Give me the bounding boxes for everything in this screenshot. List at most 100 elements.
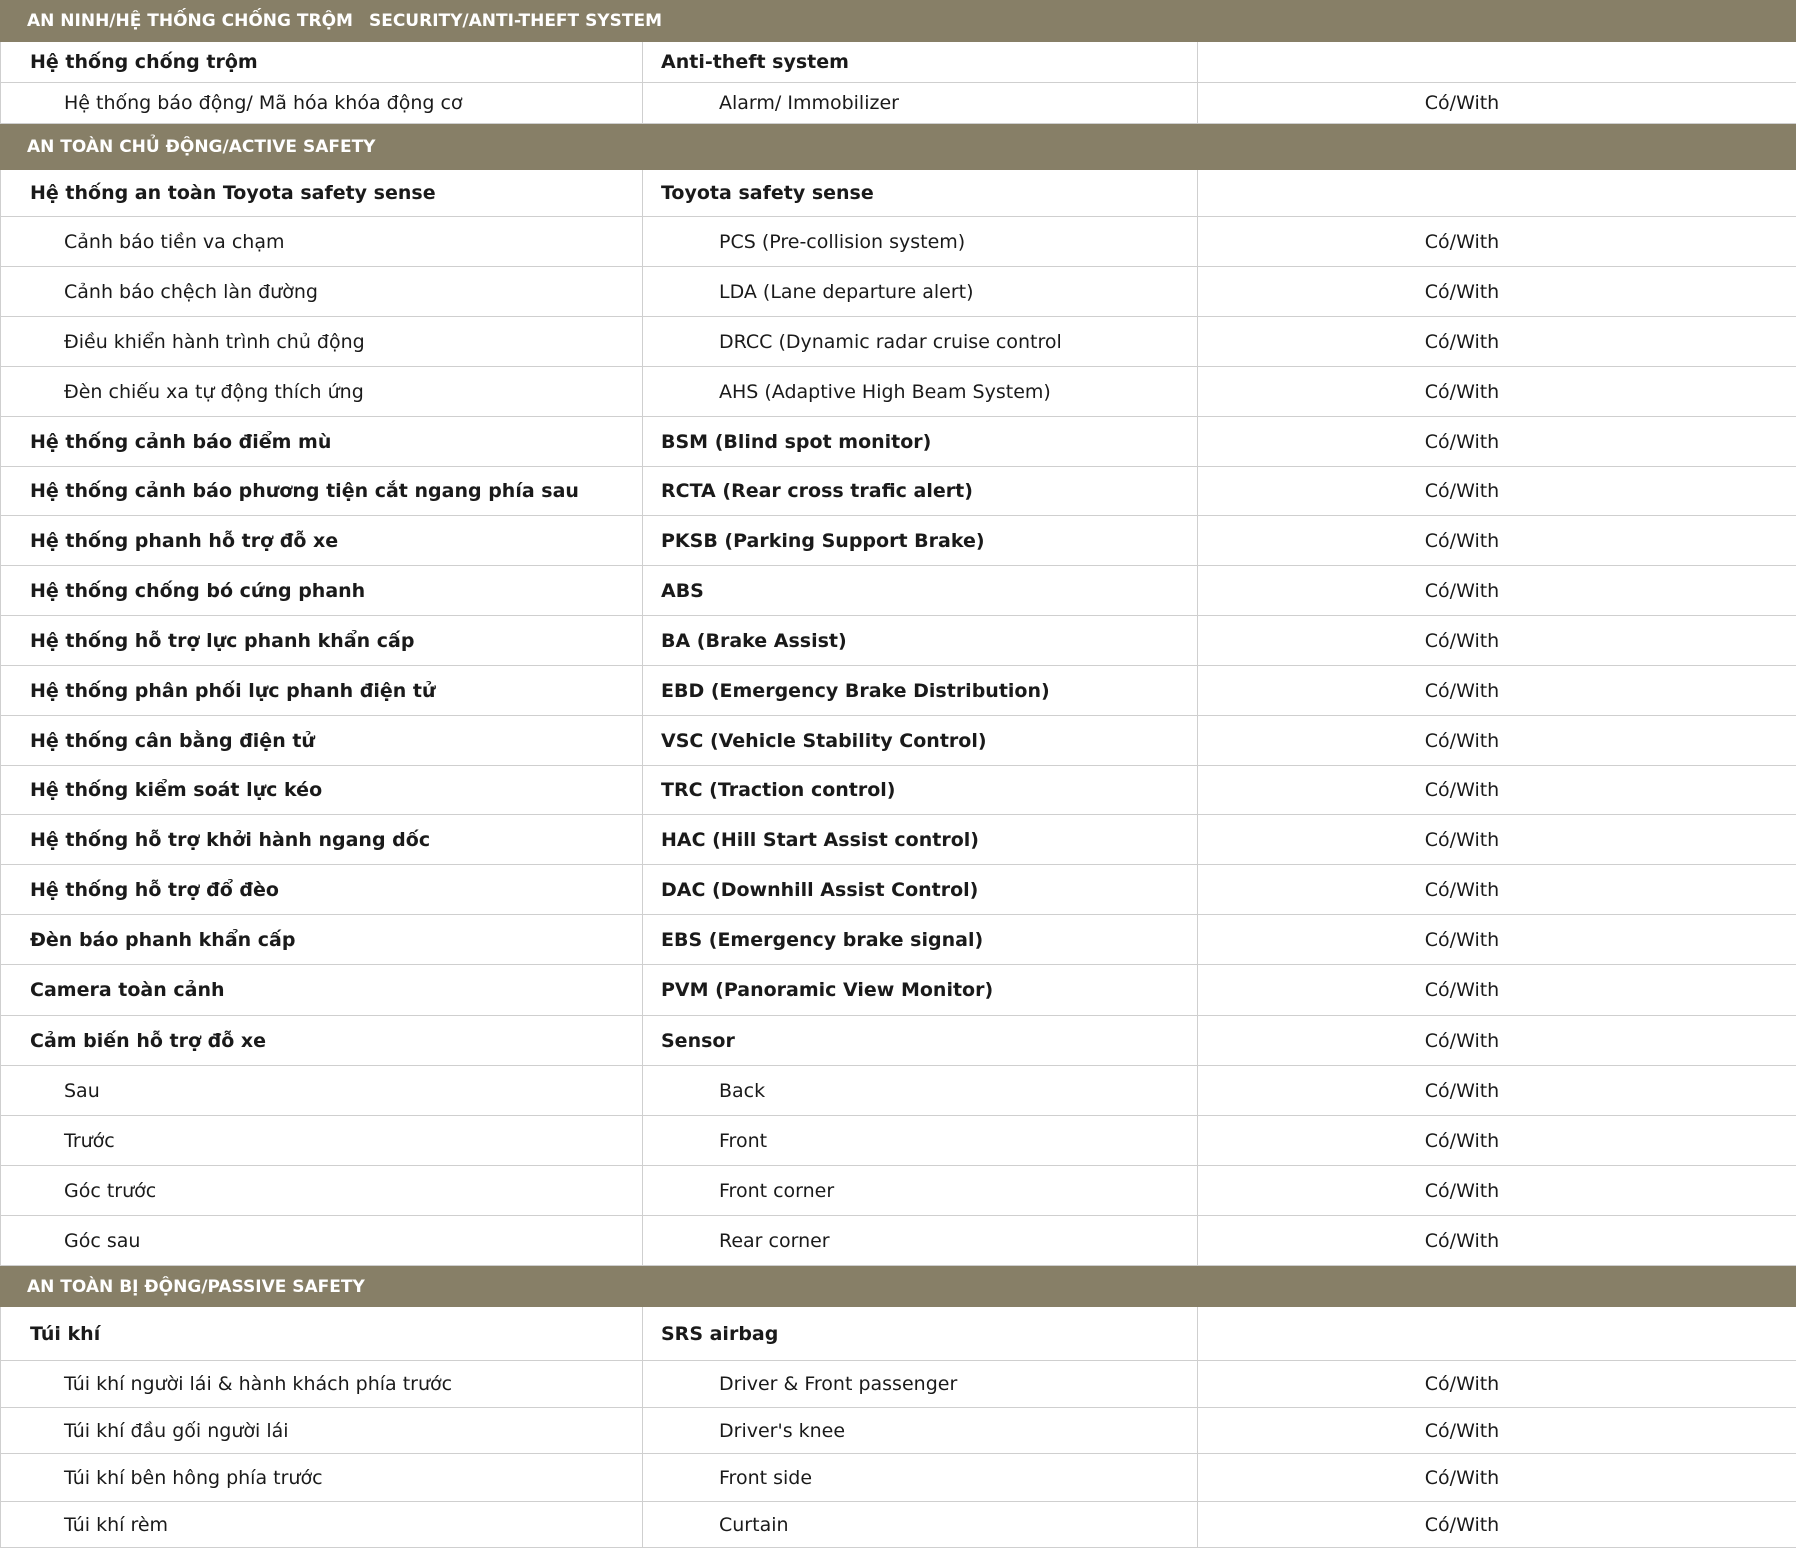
feature-name-en: PKSB (Parking Support Brake) [643,516,1198,565]
feature-name-en: PCS (Pre-collision system) [643,217,1198,266]
feature-value: Có/With [1424,280,1500,303]
feature-name-en: EBS (Emergency brake signal) [643,915,1198,964]
feature-name-vi: Hệ thống chống bó cứng phanh [0,566,643,615]
feature-name-vi: Hệ thống an toàn Toyota safety sense [0,170,643,216]
feature-name-en: Anti-theft system [643,42,1198,82]
feature-name-en: BSM (Blind spot monitor) [643,417,1198,466]
feature-name-vi: Hệ thống báo động/ Mã hóa khóa động cơ [0,83,643,123]
feature-name-en: ABS [643,566,1198,615]
feature-name-vi: Điều khiển hành trình chủ động [0,317,643,366]
feature-name-en: Front [643,1116,1198,1165]
table-row: Hệ thống cảnh báo điểm mù BSM (Blind spot… [0,417,1796,467]
feature-name-vi: Túi khí bên hông phía trước [0,1454,643,1501]
table-row: Túi khí bên hông phía trước Front side Có/… [0,1454,1796,1502]
table-row: Hệ thống kiểm soát lực kéo TRC (Traction … [0,766,1796,815]
table-row: Hệ thống báo động/ Mã hóa khóa động cơ Al… [0,83,1796,124]
feature-name-en: BA (Brake Assist) [643,616,1198,665]
feature-name-vi: Góc trước [0,1166,643,1215]
feature-name-vi: Cảnh báo tiền va chạm [0,217,643,266]
feature-value: Có/With [1424,330,1500,353]
feature-name-vi: Góc sau [0,1216,643,1265]
table-row: Túi khí đầu gối người lái Driver's knee Có… [0,1408,1796,1454]
feature-name-vi: Cảm biến hỗ trợ đỗ xe [0,1016,643,1065]
feature-name-en: RCTA (Rear cross trafic alert) [643,467,1198,515]
feature-name-en: DAC (Downhill Assist Control) [643,865,1198,914]
feature-name-en: Rear corner [643,1216,1198,1265]
feature-name-vi: Hệ thống phân phối lực phanh điện tử [0,666,643,715]
section-header-passive-safety: AN TOÀN BỊ ĐỘNG/PASSIVE SAFETY [0,1266,1796,1307]
table-row: Hệ thống chống trộm Anti-theft system [0,42,1796,83]
feature-name-en: LDA (Lane departure alert) [643,267,1198,316]
feature-value [1198,1307,1796,1360]
section-title-vi: AN NINH/HỆ THỐNG CHỐNG TRỘM [27,11,353,31]
table-row: Túi khí người lái & hành khách phía trướ… [0,1361,1796,1408]
feature-name-vi: Túi khí [0,1307,643,1360]
feature-name-en: Alarm/ Immobilizer [643,83,1198,123]
spec-table: AN NINH/HỆ THỐNG CHỐNG TRỘM SECURITY/ANTI… [0,0,1796,1548]
table-row: Hệ thống cân bằng điện tử VSC (Vehicle St… [0,716,1796,766]
feature-name-vi: Camera toàn cảnh [0,965,643,1015]
section-title-en: SECURITY/ANTI-THEFT SYSTEM [368,11,662,31]
feature-name-en: TRC (Traction control) [643,766,1198,814]
table-row: Góc trước Front corner Có/With [0,1166,1796,1216]
table-row: Cảnh báo chệch làn đường LDA (Lane depart… [0,267,1796,317]
feature-name-vi: Hệ thống cân bằng điện tử [0,716,643,765]
feature-name-vi: Hệ thống cảnh báo phương tiện cắt ngang … [0,467,643,515]
table-row: Hệ thống hỗ trợ đổ đèo DAC (Downhill Assi… [0,865,1796,915]
feature-value: Có/With [1424,1419,1500,1442]
feature-name-en: Driver & Front passenger [643,1361,1198,1407]
feature-value: Có/With [1424,1466,1500,1489]
feature-value: Có/With [1424,928,1500,951]
feature-name-vi: Hệ thống hỗ trợ lực phanh khẩn cấp [0,616,643,665]
feature-name-vi: Túi khí người lái & hành khách phía trướ… [0,1361,643,1407]
feature-value: Có/With [1424,1029,1500,1052]
feature-value: Có/With [1424,779,1500,801]
feature-value: Có/With [1424,579,1500,602]
table-row: Sau Back Có/With [0,1066,1796,1116]
table-row: Đèn chiếu xa tự động thích ứng AHS (Adapt… [0,367,1796,417]
feature-value: Có/With [1424,430,1500,453]
feature-name-en: VSC (Vehicle Stability Control) [643,716,1198,765]
feature-name-vi: Hệ thống hỗ trợ khởi hành ngang dốc [0,815,643,864]
feature-value: Có/With [1424,1079,1500,1102]
feature-name-en: Sensor [643,1016,1198,1065]
feature-name-en: Front side [643,1454,1198,1501]
section-title-vi: AN TOÀN BỊ ĐỘNG/PASSIVE SAFETY [27,1276,365,1297]
table-row: Hệ thống hỗ trợ lực phanh khẩn cấp BA (Br… [0,616,1796,666]
table-row: Hệ thống hỗ trợ khởi hành ngang dốc HAC (… [0,815,1796,865]
feature-value: Có/With [1424,230,1500,253]
feature-name-vi: Đèn báo phanh khẩn cấp [0,915,643,964]
feature-name-en: PVM (Panoramic View Monitor) [643,965,1198,1015]
feature-name-en: Back [643,1066,1198,1115]
feature-value: Có/With [1424,1129,1500,1152]
section-title-vi: AN TOÀN CHỦ ĐỘNG/ACTIVE SAFETY [27,137,376,157]
table-row: Hệ thống phân phối lực phanh điện tử EBD … [0,666,1796,716]
table-row: Túi khí rèm Curtain Có/With [0,1502,1796,1548]
feature-name-vi: Hệ thống chống trộm [0,42,643,82]
feature-name-vi: Hệ thống kiểm soát lực kéo [0,766,643,814]
feature-name-en: SRS airbag [643,1307,1198,1360]
table-row: Hệ thống cảnh báo phương tiện cắt ngang … [0,467,1796,516]
feature-name-en: AHS (Adaptive High Beam System) [643,367,1198,416]
feature-name-en: Driver's knee [643,1408,1198,1453]
feature-name-en: EBD (Emergency Brake Distribution) [643,666,1198,715]
feature-value: Có/With [1424,92,1500,114]
section-header-security: AN NINH/HỆ THỐNG CHỐNG TRỘM SECURITY/ANTI… [0,0,1796,42]
table-row: Đèn báo phanh khẩn cấp EBS (Emergency bra… [0,915,1796,965]
feature-name-en: Curtain [643,1502,1198,1547]
table-row: Hệ thống an toàn Toyota safety sense Toyo… [0,170,1796,217]
feature-name-en: Toyota safety sense [643,170,1198,216]
feature-name-vi: Cảnh báo chệch làn đường [0,267,643,316]
feature-value: Có/With [1424,979,1500,1001]
table-row: Hệ thống chống bó cứng phanh ABS Có/With [0,566,1796,616]
feature-value: Có/With [1424,878,1500,901]
feature-value: Có/With [1424,729,1500,752]
feature-value [1198,42,1796,82]
table-row: Trước Front Có/With [0,1116,1796,1166]
feature-name-vi: Trước [0,1116,643,1165]
feature-value: Có/With [1424,629,1500,652]
feature-value: Có/With [1424,1373,1500,1395]
feature-name-vi: Sau [0,1066,643,1115]
feature-value: Có/With [1424,679,1500,702]
table-row: Hệ thống phanh hỗ trợ đỗ xe PKSB (Parking… [0,516,1796,566]
